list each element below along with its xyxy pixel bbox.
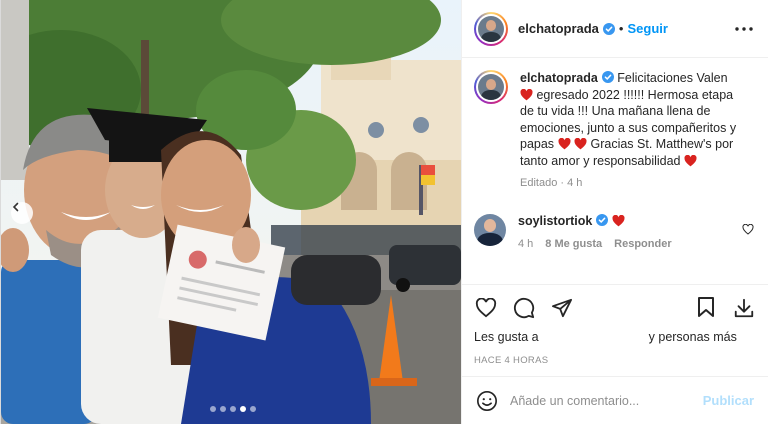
verified-icon (596, 213, 609, 226)
share-button[interactable] (550, 296, 574, 320)
comment-icon (513, 297, 535, 318)
download-button[interactable] (732, 296, 756, 320)
download-icon (734, 298, 754, 317)
caption: elchatoprada Felicitaciones Valen egresa… (474, 70, 756, 192)
verified-icon (601, 71, 614, 83)
carousel-dot (220, 406, 226, 412)
post-side-panel: elchatoprada • Seguir elchatoprada Felic… (461, 0, 768, 424)
action-bar (462, 284, 768, 330)
red-heart-icon (684, 154, 697, 166)
like-button[interactable] (474, 296, 498, 320)
caption-line-1: Felicitaciones Valen (613, 71, 728, 85)
comment-time: 4 h (518, 237, 534, 250)
separator: • (618, 21, 624, 36)
username-link[interactable]: elchatoprada (518, 21, 599, 36)
avatar[interactable] (474, 11, 508, 46)
likes-suffix[interactable]: y personas más (649, 330, 737, 352)
post-header: elchatoprada • Seguir (462, 0, 768, 58)
caption-time: Editado · 4 h (520, 177, 583, 189)
commenter-username[interactable]: soylistortiok (518, 214, 592, 228)
more-icon (735, 26, 753, 31)
emoji-icon[interactable] (476, 390, 498, 412)
likes-prefix: Les gusta a (474, 330, 539, 344)
carousel-dot (230, 406, 236, 412)
heart-icon (475, 297, 497, 317)
carousel-prev-button[interactable] (11, 202, 33, 224)
caption-username[interactable]: elchatoprada (520, 71, 598, 85)
follow-button[interactable]: Seguir (627, 21, 667, 36)
heart-outline-icon (742, 223, 754, 235)
red-heart-icon (520, 88, 533, 100)
comment-button[interactable] (512, 296, 536, 320)
carousel-dot (250, 406, 256, 412)
photo-illustration (1, 0, 461, 424)
caption-text: elchatoprada Felicitaciones Valen egresa… (520, 70, 738, 192)
commenter-avatar[interactable] (474, 213, 506, 246)
red-heart-icon (612, 214, 625, 226)
instagram-post: elchatoprada • Seguir elchatoprada Felic… (0, 0, 768, 424)
post-age: HACE 4 HORAS (474, 355, 549, 366)
red-heart-icon (574, 138, 587, 150)
carousel-dots (210, 406, 256, 412)
publish-button[interactable]: Publicar (703, 393, 754, 408)
comment-input[interactable] (510, 393, 703, 408)
comment-body: soylistortiok 4 h 8 Me gusta Responder (518, 213, 672, 250)
comments-section: elchatoprada Felicitaciones Valen egresa… (462, 58, 768, 284)
reply-button[interactable]: Responder (614, 238, 671, 250)
share-icon (552, 298, 572, 317)
carousel-dot (210, 406, 216, 412)
likes-summary: Les gusta a y personas más (462, 330, 768, 352)
add-comment-bar: Publicar (462, 376, 768, 424)
save-button[interactable] (694, 296, 718, 320)
chevron-left-icon (12, 202, 19, 212)
caption-avatar[interactable] (474, 70, 508, 104)
comment-like-button[interactable] (742, 222, 754, 240)
post-photo[interactable] (1, 0, 461, 424)
verified-icon (602, 22, 615, 35)
red-heart-icon (558, 138, 570, 150)
carousel-dot-active (240, 406, 246, 412)
comment-meta: 4 h 8 Me gusta Responder (518, 238, 672, 250)
save-icon (698, 297, 714, 317)
comment: soylistortiok 4 h 8 Me gusta Responder (474, 213, 756, 250)
comment-likes[interactable]: 8 Me gusta (545, 238, 602, 250)
more-options-button[interactable] (732, 17, 756, 41)
